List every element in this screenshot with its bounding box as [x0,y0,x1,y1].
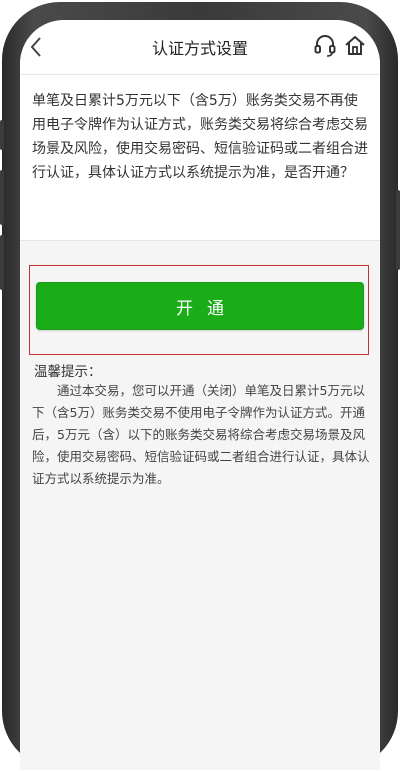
description-text: 单笔及日累计5万元以下（含5万）账务类交易不再使用电子令牌作为认证方式，账务类交… [32,93,368,181]
headset-icon[interactable] [314,34,336,58]
open-button[interactable]: 开通 [36,282,364,330]
navigation-bar: 认证方式设置 [20,20,380,75]
tips-title: 温馨提示： [34,364,102,380]
tips-text: 通过本交易，您可以开通（关闭）单笔及日累计5万元以下（含5万）账务类交易不使用电… [32,383,370,486]
phone-side-button [0,170,4,225]
description-panel: 单笔及日累计5万元以下（含5万）账务类交易不再使用电子令牌作为认证方式，账务类交… [20,75,380,241]
phone-screen: 认证方式设置 单笔及日累计5万元以下（含5万）账务类交易不再使用电子令牌作为认证… [20,20,380,770]
home-icon[interactable] [344,34,366,56]
phone-side-button [0,120,4,150]
phone-side-button [0,235,4,290]
phone-side-button [396,190,400,270]
